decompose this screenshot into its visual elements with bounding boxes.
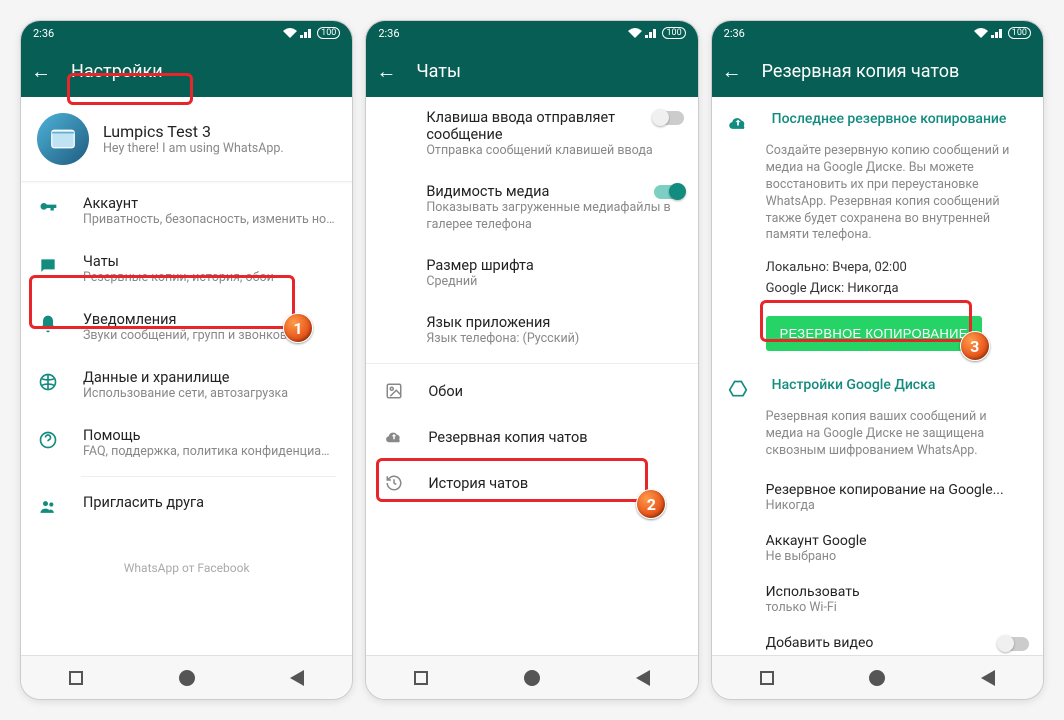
setting-enter-sends[interactable]: Клавиша ввода отправляет сообщение Отпра… [366, 97, 697, 171]
toggle-on-icon[interactable] [654, 185, 684, 199]
history-icon [384, 474, 404, 492]
profile-row[interactable]: Lumpics Test 3 Hey there! I am using Wha… [21, 97, 352, 181]
menu-item-help[interactable]: ПомощьFAQ, поддержка, политика конфиденц… [21, 414, 352, 472]
toggle-off-icon[interactable] [654, 111, 684, 125]
signal-icon [645, 28, 659, 38]
last-backup-drive: Google Диск: Никогда [712, 277, 1043, 302]
appbar-title: Резервная копия чатов [762, 61, 960, 82]
status-time: 2:36 [33, 27, 54, 40]
gd-desc: Резервная копия ваших сообщений и медиа … [712, 409, 1043, 472]
menu-item-invite[interactable]: Пригласить друга [21, 481, 352, 531]
people-icon [37, 496, 59, 518]
setting-font-size[interactable]: Размер шрифта Средний [366, 245, 697, 302]
status-bar: 2:36 100 [712, 21, 1043, 45]
nav-bar [712, 655, 1043, 699]
key-icon [37, 197, 59, 219]
setting-media-visibility[interactable]: Видимость медиа Показывать загруженные м… [366, 171, 697, 245]
nav-back[interactable] [981, 670, 995, 686]
nav-back[interactable] [636, 670, 650, 686]
menu-item-account[interactable]: АккаунтПриватность, безопасность, измени… [21, 182, 352, 240]
section-last-backup: Последнее резервное копирование [712, 97, 1043, 143]
toggle-off-icon[interactable] [999, 637, 1029, 651]
sub-backup-to-drive[interactable]: Резервное копирование на Google... Никог… [712, 472, 1043, 523]
back-button[interactable]: ← [722, 59, 742, 84]
last-backup-local: Локально: Вчера, 02:00 [712, 256, 1043, 277]
status-bar: 2:36 100 [21, 21, 352, 45]
backup-button[interactable]: РЕЗЕРВНОЕ КОПИРОВАНИЕ [766, 316, 982, 351]
row-wallpaper[interactable]: Обои [366, 368, 697, 414]
badge-3: 3 [960, 331, 990, 361]
profile-status: Hey there! I am using WhatsApp. [103, 141, 284, 156]
app-bar: ← Чаты [366, 45, 697, 97]
back-button[interactable]: ← [376, 59, 396, 84]
appbar-title: Чаты [416, 61, 461, 82]
battery-icon: 100 [317, 27, 340, 39]
nav-bar [366, 655, 697, 699]
back-button[interactable]: ← [31, 59, 51, 84]
battery-icon: 100 [662, 27, 685, 39]
setting-app-language[interactable]: Язык приложения Язык телефона: (Русский) [366, 302, 697, 359]
data-icon [37, 371, 59, 393]
nav-bar [21, 655, 352, 699]
screen-chats: 2:36 100 ← Чаты Клавиша ввода отправляет… [365, 20, 698, 700]
battery-icon: 100 [1008, 27, 1031, 39]
wallpaper-icon [384, 382, 404, 400]
status-time: 2:36 [378, 27, 399, 40]
status-icons: 100 [974, 27, 1031, 39]
nav-recents[interactable] [414, 671, 428, 685]
badge-1: 1 [283, 313, 313, 343]
bell-icon [37, 313, 59, 335]
nav-home[interactable] [869, 670, 885, 686]
wifi-icon [974, 28, 988, 38]
wifi-icon [628, 28, 642, 38]
row-chat-backup[interactable]: Резервная копия чатов [366, 414, 697, 460]
avatar [37, 113, 89, 165]
status-bar: 2:36 100 [366, 21, 697, 45]
profile-name: Lumpics Test 3 [103, 122, 284, 141]
nav-home[interactable] [179, 670, 195, 686]
appbar-title: Настройки [71, 61, 163, 82]
nav-back[interactable] [290, 670, 304, 686]
drive-icon [728, 379, 750, 403]
nav-home[interactable] [524, 670, 540, 686]
screen-backup: 2:36 100 ← Резервная копия чатов Последн… [711, 20, 1044, 700]
footer-text: WhatsApp от Facebook [21, 531, 352, 585]
app-bar: ← Резервная копия чатов [712, 45, 1043, 97]
cloud-up-icon [728, 113, 750, 137]
section-google-drive: Настройки Google Диска [712, 363, 1043, 409]
wifi-icon [283, 28, 297, 38]
signal-icon [300, 28, 314, 38]
cloud-up-icon [384, 428, 404, 446]
menu-item-chats[interactable]: ЧатыРезервные копии, история, обои [21, 240, 352, 298]
help-icon [37, 429, 59, 451]
sub-google-account[interactable]: Аккаунт Google Не выбрано [712, 523, 1043, 574]
signal-icon [991, 28, 1005, 38]
status-icons: 100 [283, 27, 340, 39]
nav-recents[interactable] [760, 671, 774, 685]
chat-icon [37, 255, 59, 277]
status-time: 2:36 [724, 27, 745, 40]
screen-settings: 2:36 100 ← Настройки Lumpics Test 3 Hey … [20, 20, 353, 700]
sub-use-network[interactable]: Использовать только Wi-Fi [712, 574, 1043, 625]
menu-item-data[interactable]: Данные и хранилищеИспользование сети, ав… [21, 356, 352, 414]
last-backup-desc: Создайте резервную копию сообщений и мед… [712, 143, 1043, 256]
status-icons: 100 [628, 27, 685, 39]
sub-include-video[interactable]: Добавить видео [712, 625, 1043, 655]
app-bar: ← Настройки [21, 45, 352, 97]
nav-recents[interactable] [69, 671, 83, 685]
